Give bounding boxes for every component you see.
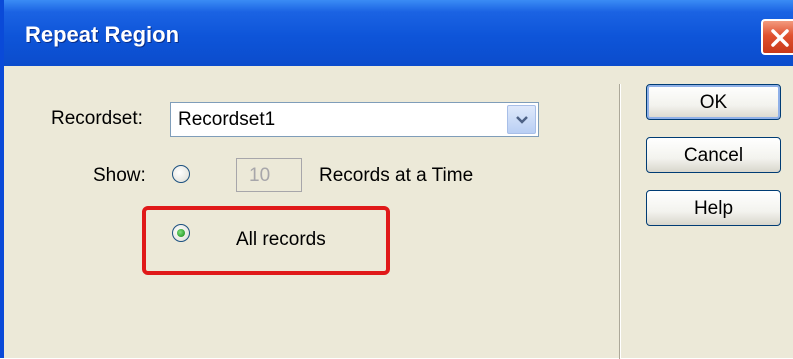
recordset-select-value: Recordset1 bbox=[178, 109, 276, 130]
records-at-time-label: Records at a Time bbox=[319, 165, 474, 186]
show-label: Show: bbox=[93, 165, 146, 186]
help-button[interactable]: Help bbox=[646, 190, 781, 226]
highlight-box bbox=[142, 206, 390, 275]
recordset-label: Recordset: bbox=[51, 108, 143, 129]
records-count-input[interactable]: 10 bbox=[236, 158, 302, 192]
records-at-time-radio[interactable] bbox=[172, 165, 190, 183]
records-count-value: 10 bbox=[249, 165, 271, 186]
dialog-title: Repeat Region bbox=[25, 22, 180, 47]
ok-button[interactable]: OK bbox=[646, 84, 781, 120]
cancel-button[interactable]: Cancel bbox=[646, 137, 781, 173]
title-bar[interactable]: Repeat Region bbox=[4, 0, 793, 66]
chevron-down-icon bbox=[516, 116, 528, 124]
recordset-select[interactable]: Recordset1 bbox=[170, 102, 539, 137]
close-button[interactable] bbox=[761, 19, 793, 55]
close-icon bbox=[771, 29, 789, 47]
dropdown-button[interactable] bbox=[507, 105, 536, 134]
repeat-region-dialog: Repeat Region Recordset: Recordset1 Show… bbox=[0, 0, 793, 359]
vertical-separator bbox=[619, 84, 621, 359]
